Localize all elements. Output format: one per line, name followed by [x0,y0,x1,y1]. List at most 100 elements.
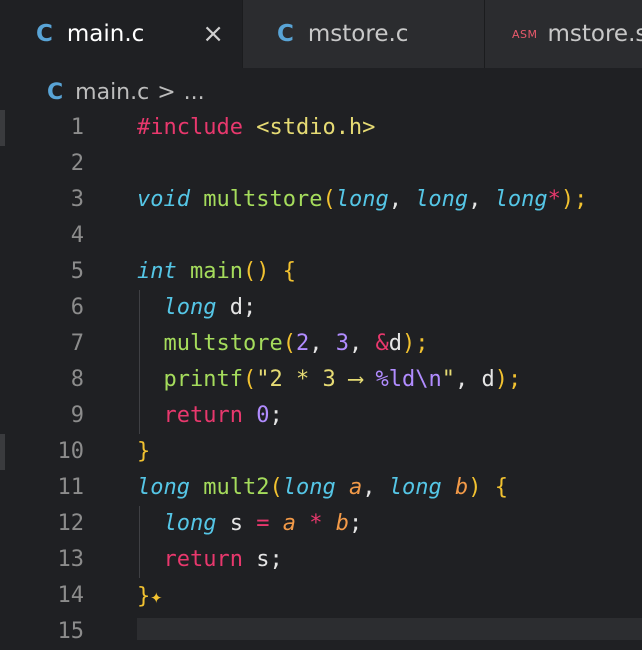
close-brace: } [137,439,150,464]
c-file-icon: C [36,21,53,47]
code-line[interactable]: 6 long d; [0,290,642,326]
include-header: <stdio.h> [256,115,375,140]
code-line[interactable]: 3 void multstore(long, long, long*); [0,182,642,218]
address-operator: & [375,331,388,356]
number-literal: 3 [336,331,349,356]
paren: ( [322,187,335,212]
code-editor[interactable]: 1 #include <stdio.h> 2 3 void multstore(… [0,110,642,630]
code-line[interactable]: 15 [0,614,642,650]
function-call: multstore [164,331,283,356]
close-brace: } [137,584,150,609]
parameter: a [283,511,296,536]
breadcrumb-file[interactable]: main.c [75,80,149,105]
open-brace: { [283,259,296,284]
tab-main-c[interactable]: C main.c × [0,0,242,68]
sparkle-icon[interactable]: ✦ [150,584,162,608]
line-number: 5 [28,254,84,290]
line-number: 8 [28,362,84,398]
line-marker [0,434,5,470]
string-literal: "2 * 3 ⟶ [256,367,375,392]
line-number: 7 [28,326,84,362]
variable: s [256,547,269,572]
escape-sequence: \n [415,367,442,392]
number-literal: 0 [256,403,269,428]
type-keyword: long [164,511,217,536]
tab-label: mstore.s [548,21,642,47]
code-line[interactable]: 9 return 0; [0,398,642,434]
closing-paren: ); [402,331,429,356]
code-line[interactable]: 5 int main() { [0,254,642,290]
breadcrumb: C main.c > ... [47,76,205,108]
variable: s [230,511,243,536]
code-line[interactable]: 4 [0,218,642,254]
variable: d [481,367,494,392]
type-keyword: long [389,475,442,500]
function-name: main [190,259,243,284]
type-keyword: long [137,475,190,500]
c-file-icon: C [47,80,63,105]
code-line[interactable]: 12 long s = a * b; [0,506,642,542]
line-number: 12 [28,506,84,542]
multiply-operator: * [309,511,322,536]
code-line[interactable]: 1 #include <stdio.h> [0,110,642,146]
line-number: 15 [28,614,84,650]
type-keyword: long [164,295,217,320]
semicolon: ; [269,547,282,572]
type-keyword: int [137,259,177,284]
parameter: b [455,475,468,500]
code-line[interactable]: 11 long mult2(long a, long b) { [0,470,642,506]
code-line[interactable]: 8 printf("2 * 3 ⟶ %ld\n", d); [0,362,642,398]
semicolon: ; [243,295,256,320]
line-number: 1 [28,110,84,146]
pointer-operator: * [548,187,561,212]
code-line[interactable]: 7 multstore(2, 3, &d); [0,326,642,362]
semicolon: ; [269,403,282,428]
semicolon: ; [349,511,362,536]
return-keyword: return [164,403,243,428]
breadcrumb-more[interactable]: ... [184,80,205,105]
tab-mstore-s[interactable]: ASM mstore.s [484,0,642,68]
parameter: b [336,511,349,536]
type-keyword: long [283,475,336,500]
parens: () [243,259,270,284]
function-name: mult2 [203,475,269,500]
tab-label: main.c [67,21,144,47]
asm-file-icon: ASM [512,28,538,41]
type-keyword: long [336,187,389,212]
line-number: 9 [28,398,84,434]
variable: d [230,295,243,320]
assign-operator: = [256,511,269,536]
open-brace: { [495,475,508,500]
function-name: multstore [203,187,322,212]
tab-bar: C main.c × C mstore.c ASM mstore.s [0,0,642,68]
line-number: 2 [28,146,84,182]
line-number: 14 [28,578,84,614]
function-call: printf [164,367,243,392]
format-specifier: %ld [375,367,415,392]
line-number: 10 [28,434,84,470]
number-literal: 2 [296,331,309,356]
chevron-right-icon: > [157,80,175,105]
code-line[interactable]: 14 }✦ [0,578,642,614]
closing-paren: ); [561,187,588,212]
return-keyword: return [164,547,243,572]
line-marker [0,110,5,146]
code-line[interactable]: 2 [0,146,642,182]
code-line[interactable]: 13 return s; [0,542,642,578]
type-keyword: void [137,187,190,212]
string-quote: " [442,367,455,392]
line-number: 13 [28,542,84,578]
tab-mstore-c[interactable]: C mstore.c [242,0,484,68]
type-keyword: long [415,187,468,212]
line-number: 3 [28,182,84,218]
parameter: a [349,475,362,500]
close-icon[interactable]: × [202,19,224,49]
line-number: 4 [28,218,84,254]
c-file-icon: C [277,21,294,47]
type-keyword: long [495,187,548,212]
code-line[interactable]: 10 } [0,434,642,470]
line-number: 11 [28,470,84,506]
closing-paren: ); [495,367,522,392]
line-number: 6 [28,290,84,326]
tab-label: mstore.c [308,21,409,47]
